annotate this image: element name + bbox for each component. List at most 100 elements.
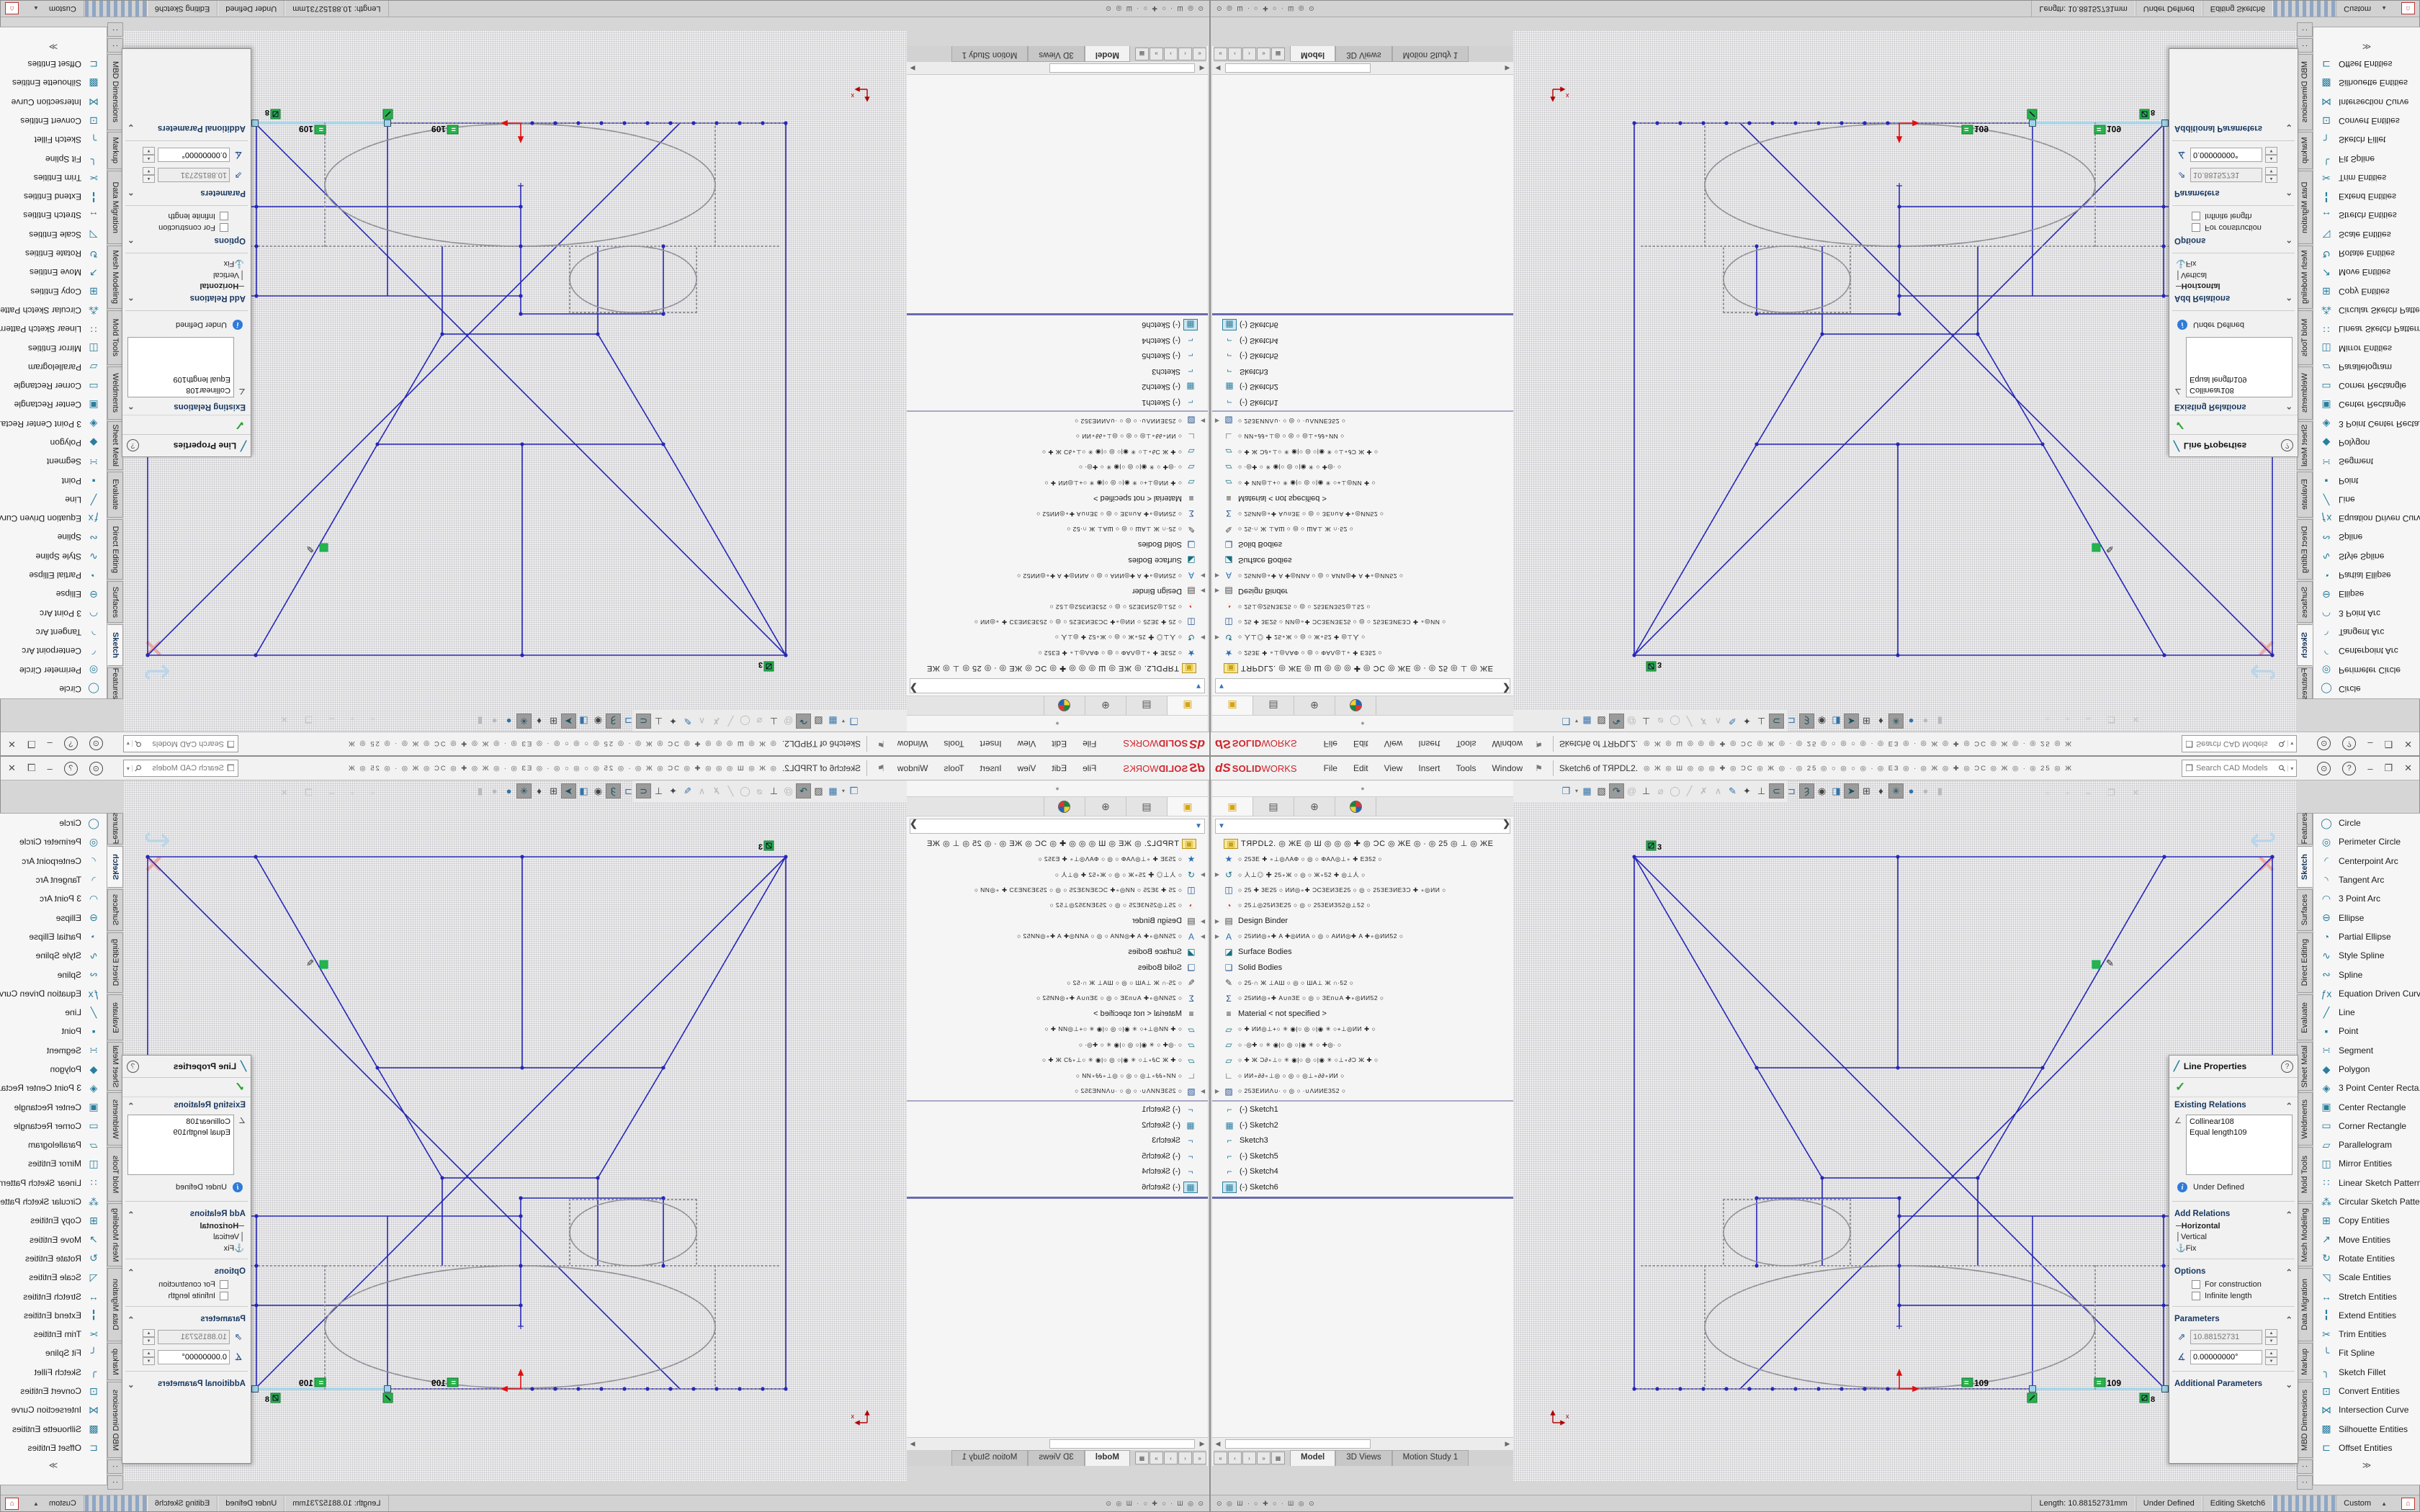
add-relation-button[interactable]: ⚓Fix (127, 259, 244, 269)
commandmanager-tab[interactable]: Direct Editing (2297, 932, 2313, 993)
commandmanager-tab[interactable]: Sheet Metal (2297, 1042, 2313, 1091)
relation-item[interactable]: Collinear108 (131, 384, 230, 395)
sketch-tool[interactable]: ⊏Offset Entities (2313, 1439, 2420, 1457)
commandmanager-tab[interactable]: : (107, 1475, 123, 1490)
commandmanager-tab[interactable]: MBD Dimensions (107, 54, 123, 130)
length-input[interactable] (158, 168, 230, 182)
sketch-tool[interactable]: ◯Circle (2313, 814, 2420, 832)
sketch-tool[interactable]: ▭Corner Rectangle (0, 377, 107, 395)
sketch-tool[interactable]: ⁂Circular Sketch Pattern (2313, 1192, 2420, 1211)
commandmanager-tab[interactable]: Sketch (2297, 624, 2313, 666)
sketch-tool[interactable]: ƒxEquation Driven Curve (0, 509, 107, 528)
sketch-tool[interactable]: ⊖Ellipse (0, 908, 107, 927)
sketch-tool[interactable]: ◯Circle (2313, 680, 2420, 698)
sketch-tool[interactable]: ⊖Ellipse (2313, 585, 2420, 603)
expand-icon[interactable]: ⌄ (127, 122, 135, 132)
angle-spinner[interactable]: ▲▼ (143, 1349, 155, 1365)
add-relation-button[interactable]: ─Horizontal (2176, 282, 2293, 290)
sketch-tool[interactable]: ⊖Ellipse (0, 585, 107, 603)
sketch-tool[interactable]: ⁂Circular Sketch Pattern (0, 1192, 107, 1211)
sketch-tool[interactable]: ▭Corner Rectangle (0, 1117, 107, 1135)
sketch-tool[interactable]: ▪Point (2313, 471, 2420, 490)
sketch-tool[interactable]: ╱Line (2313, 1003, 2420, 1022)
sketch-tool[interactable]: ▣Center Rectangle (0, 395, 107, 414)
sketch-tool[interactable]: ▱Parallelogram (2313, 358, 2420, 377)
panel-help-icon[interactable]: ? (2281, 1061, 2293, 1073)
sketch-tool[interactable]: ◹Scale Entities (0, 225, 107, 244)
sketch-tool[interactable]: ◝Tangent Arc (0, 623, 107, 642)
commandmanager-tab[interactable]: Direct Editing (107, 519, 123, 580)
sketch-tool[interactable]: ◝Tangent Arc (2313, 623, 2420, 642)
angle-spinner[interactable]: ▲▼ (143, 147, 155, 163)
commandmanager-tab[interactable]: Mesh Modeling (107, 246, 123, 309)
infinite-length-option[interactable]: Infinite length (2192, 1292, 2293, 1300)
sketch-tool[interactable]: ◈3 Point Center Recta... (2313, 1079, 2420, 1097)
relation-item[interactable]: Collinear108 (2190, 1117, 2289, 1128)
sketch-tool[interactable]: ∿Style Spline (0, 946, 107, 965)
sketch-tool[interactable]: ◯Circle (0, 680, 107, 698)
sketch-tool[interactable]: ◝Tangent Arc (0, 870, 107, 889)
commandmanager-tab[interactable]: Sheet Metal (107, 421, 123, 470)
sketch-tool[interactable]: ∺Segment (2313, 1041, 2420, 1060)
sketch-tool[interactable]: ◔Partial Ellipse (0, 927, 107, 946)
for-construction-option[interactable]: For construction (2192, 1280, 2293, 1289)
sketch-tool[interactable]: ∿Style Spline (2313, 547, 2420, 566)
angle-input[interactable] (2190, 1350, 2262, 1364)
commandmanager-tab[interactable]: Sketch (2297, 846, 2313, 888)
sketch-tool[interactable]: ◔Partial Ellipse (2313, 566, 2420, 585)
commandmanager-tab[interactable]: Surfaces (2297, 581, 2313, 623)
sketch-tool[interactable]: ▩Silhouette Entities (0, 73, 107, 92)
commandmanager-tab[interactable]: : (107, 38, 123, 53)
checkbox[interactable] (2192, 212, 2200, 220)
sketch-tool[interactable]: ∷Linear Sketch Pattern (0, 1174, 107, 1192)
sketch-tool[interactable]: ⊞Copy Entities (2313, 1211, 2420, 1230)
sketch-tool[interactable]: ◹Scale Entities (2313, 225, 2420, 244)
commandmanager-tab[interactable]: : (107, 1459, 123, 1474)
infinite-length-option[interactable]: Infinite length (127, 1292, 228, 1300)
collapse-icon[interactable]: ⌃ (2285, 1101, 2293, 1111)
commandmanager-tab[interactable]: Data Migration (107, 171, 123, 244)
angle-input[interactable] (158, 1350, 230, 1364)
sketch-tool[interactable]: ∾Spline (0, 965, 107, 984)
add-relation-button[interactable]: │Vertical (2176, 271, 2293, 279)
commandmanager-tab[interactable]: Features (2297, 667, 2313, 699)
sketch-tool[interactable]: ✂Trim Entities (0, 168, 107, 187)
add-relation-button[interactable]: │Vertical (127, 1233, 244, 1241)
commandmanager-tab[interactable]: Evaluate (2297, 472, 2313, 518)
sketch-tool[interactable]: ╰Fit Spline (0, 149, 107, 168)
commandmanager-tab[interactable]: Sheet Metal (2297, 421, 2313, 470)
sketch-tool[interactable]: ▩Silhouette Entities (2313, 73, 2420, 92)
sketch-tool[interactable]: ⋈Intersection Curve (2313, 93, 2420, 112)
sketch-tool[interactable]: ◹Scale Entities (0, 1268, 107, 1287)
sketch-tool[interactable]: ⊏Offset Entities (2313, 55, 2420, 73)
sketch-tool[interactable]: ╱Line (0, 1003, 107, 1022)
sketch-tool[interactable]: ╮Sketch Fillet (0, 130, 107, 149)
length-spinner[interactable]: ▲▼ (143, 1329, 155, 1345)
sketch-tool[interactable]: ◜Centerpoint Arc (2313, 642, 2420, 660)
commandmanager-tab[interactable]: Sketch (107, 846, 123, 888)
sketch-tool[interactable]: ▣Center Rectangle (2313, 395, 2420, 414)
commandmanager-tab[interactable]: Features (2297, 813, 2313, 845)
panel-help-icon[interactable]: ? (127, 1061, 139, 1073)
sketch-tool[interactable]: ∺Segment (0, 1041, 107, 1060)
sketch-tool[interactable]: ↔Stretch Entities (0, 206, 107, 225)
commandmanager-tab[interactable]: Sheet Metal (107, 1042, 123, 1091)
sketch-tool[interactable]: ✂Trim Entities (2313, 168, 2420, 187)
sketch-tool[interactable]: ◆Polygon (2313, 433, 2420, 452)
add-relation-button[interactable]: ⚓Fix (2176, 1243, 2293, 1253)
length-spinner[interactable]: ▲▼ (2265, 1329, 2277, 1345)
sketch-tool[interactable]: ◈3 Point Center Recta... (0, 415, 107, 433)
sketch-tool[interactable]: ◠3 Point Arc (0, 889, 107, 908)
ok-button[interactable]: ✓ (2169, 415, 2298, 434)
sketch-tool[interactable]: ▭Corner Rectangle (2313, 1117, 2420, 1135)
checkbox[interactable] (2192, 223, 2200, 232)
collapse-icon[interactable]: ⌃ (127, 1210, 135, 1220)
sketch-tool[interactable]: ↻Rotate Entities (0, 1249, 107, 1268)
add-relation-button[interactable]: │Vertical (2176, 1233, 2293, 1241)
sketch-tool[interactable]: ╏Extend Entities (2313, 1306, 2420, 1325)
collapse-icon[interactable]: ⌃ (127, 292, 135, 302)
commandmanager-tab[interactable]: Mold Tools (2297, 310, 2313, 365)
commandmanager-tab[interactable]: Data Migration (2297, 1268, 2313, 1341)
sketch-tool[interactable]: ╮Sketch Fillet (0, 1363, 107, 1382)
sketch-tool[interactable]: ╏Extend Entities (2313, 187, 2420, 206)
